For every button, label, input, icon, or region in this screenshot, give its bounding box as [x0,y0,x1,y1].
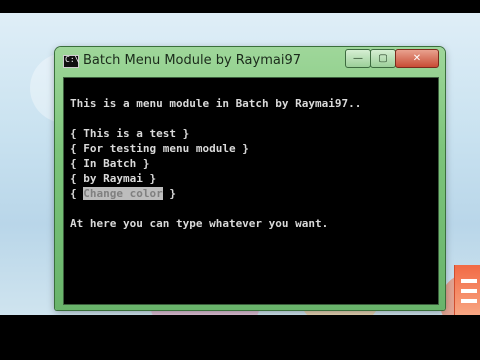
menu-item-label: In Batch [83,157,137,170]
footer-line: At here you can type whatever you want. [70,217,329,230]
maximize-button[interactable]: ▢ [370,49,396,68]
minimize-button[interactable]: — [345,49,371,68]
letterbox-bottom [0,315,480,360]
console-window[interactable]: C:\ Batch Menu Module by Raymai97 — ▢ ✕ … [55,47,445,310]
menu-item-selected[interactable]: { Change color } [70,186,176,201]
menu-item-label: For testing menu module [83,142,236,155]
window-controls: — ▢ ✕ [345,49,439,68]
menu-item[interactable]: { This is a test } [70,126,189,141]
close-button[interactable]: ✕ [395,49,439,68]
letterbox-top [0,0,480,13]
cmd-icon[interactable]: C:\ [63,55,79,68]
menu-item[interactable]: { In Batch } [70,156,149,171]
console-output[interactable]: This is a menu module in Batch by Raymai… [63,77,439,305]
menu-item-label: by Raymai [83,172,143,185]
menu-item[interactable]: { by Raymai } [70,171,156,186]
gadget-detail [461,289,477,293]
menu-item-label: This is a test [83,127,176,140]
header-line: This is a menu module in Batch by Raymai… [70,97,362,110]
desktop-gadget[interactable] [454,265,480,315]
gadget-detail [461,279,477,283]
gadget-detail [461,299,477,303]
title-bar[interactable]: C:\ Batch Menu Module by Raymai97 — ▢ ✕ [55,47,445,75]
menu-item-label-highlighted: Change color [83,187,163,200]
menu-item[interactable]: { For testing menu module } [70,141,249,156]
window-title: Batch Menu Module by Raymai97 [83,53,301,68]
